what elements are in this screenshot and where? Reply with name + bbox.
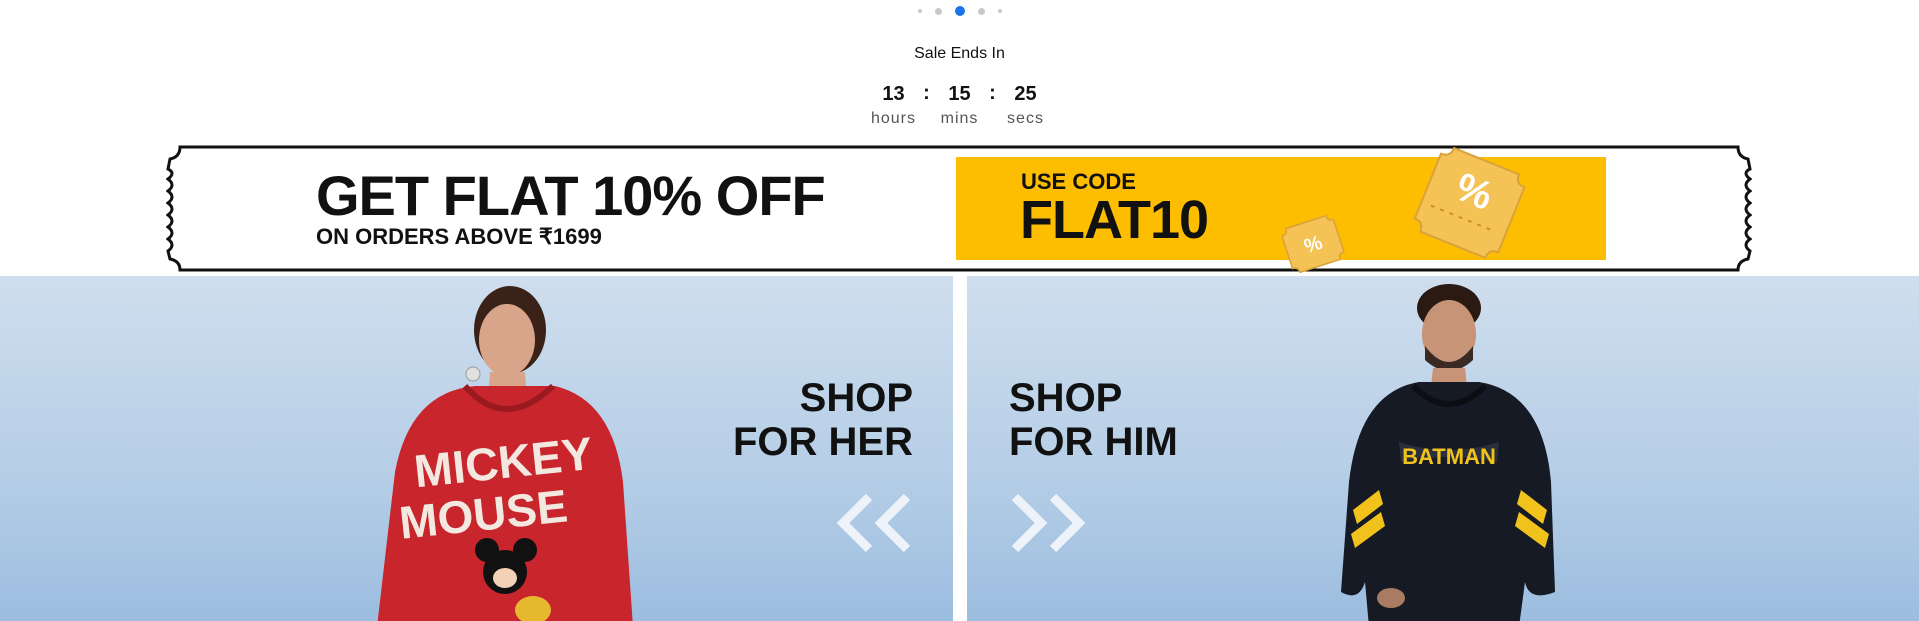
shop-her-line2: FOR HER <box>733 420 913 464</box>
coupon-ticket-icon: % <box>1413 146 1526 260</box>
shop-him-line1: SHOP <box>1009 376 1123 420</box>
carousel-dot-1[interactable] <box>917 9 922 13</box>
panel-divider <box>953 276 967 621</box>
countdown-separator: : <box>989 82 996 104</box>
promo-section: Sale Ends In 13 hours : 15 mins : 25 sec… <box>0 0 1919 621</box>
carousel-dot-4[interactable] <box>977 7 985 15</box>
man-model-image: BATMAN <box>1341 284 1555 621</box>
secs-value: 25 <box>1014 83 1037 105</box>
carousel-dots <box>0 5 1919 17</box>
shop-her-line1: SHOP <box>799 376 913 420</box>
promo-code-value: FLAT10 <box>1020 190 1209 250</box>
woman-model-image: MICKEY MOUSE <box>377 286 633 621</box>
hoodie-print-batman: BATMAN <box>1402 444 1496 469</box>
secs-label: secs <box>1007 110 1044 127</box>
mins-label: mins <box>940 110 979 127</box>
mins-value: 15 <box>948 83 971 105</box>
countdown-mins: 15 mins <box>932 82 988 128</box>
hours-value: 13 <box>882 83 905 105</box>
promo-headline: GET FLAT 10% OFF <box>316 164 826 227</box>
sale-ends-title: Sale Ends In <box>914 45 1005 62</box>
shop-him-line2: FOR HIM <box>1009 420 1178 464</box>
promo-subline: ON ORDERS ABOVE ₹1699 <box>316 224 602 249</box>
countdown-separator: : <box>923 82 930 104</box>
chevrons-right-icon[interactable] <box>1007 493 1087 553</box>
chevrons-left-icon[interactable] <box>835 493 915 553</box>
coupon-ticket-small-icon: % <box>1281 214 1345 274</box>
shop-for-her-panel[interactable]: MICKEY MOUSE SHOP FOR HER <box>0 276 953 621</box>
carousel-dot-5[interactable] <box>997 9 1002 13</box>
hours-label: hours <box>870 110 917 127</box>
countdown-timer: 13 hours : 15 mins : 25 secs <box>0 82 1919 128</box>
countdown-secs: 25 secs <box>998 82 1054 128</box>
carousel-dot-3-active[interactable] <box>954 6 965 16</box>
carousel-dot-2[interactable] <box>934 7 942 15</box>
shop-for-him-panel[interactable]: SHOP FOR HIM BATMAN <box>967 276 1919 621</box>
countdown-hours: 13 hours <box>866 82 922 128</box>
